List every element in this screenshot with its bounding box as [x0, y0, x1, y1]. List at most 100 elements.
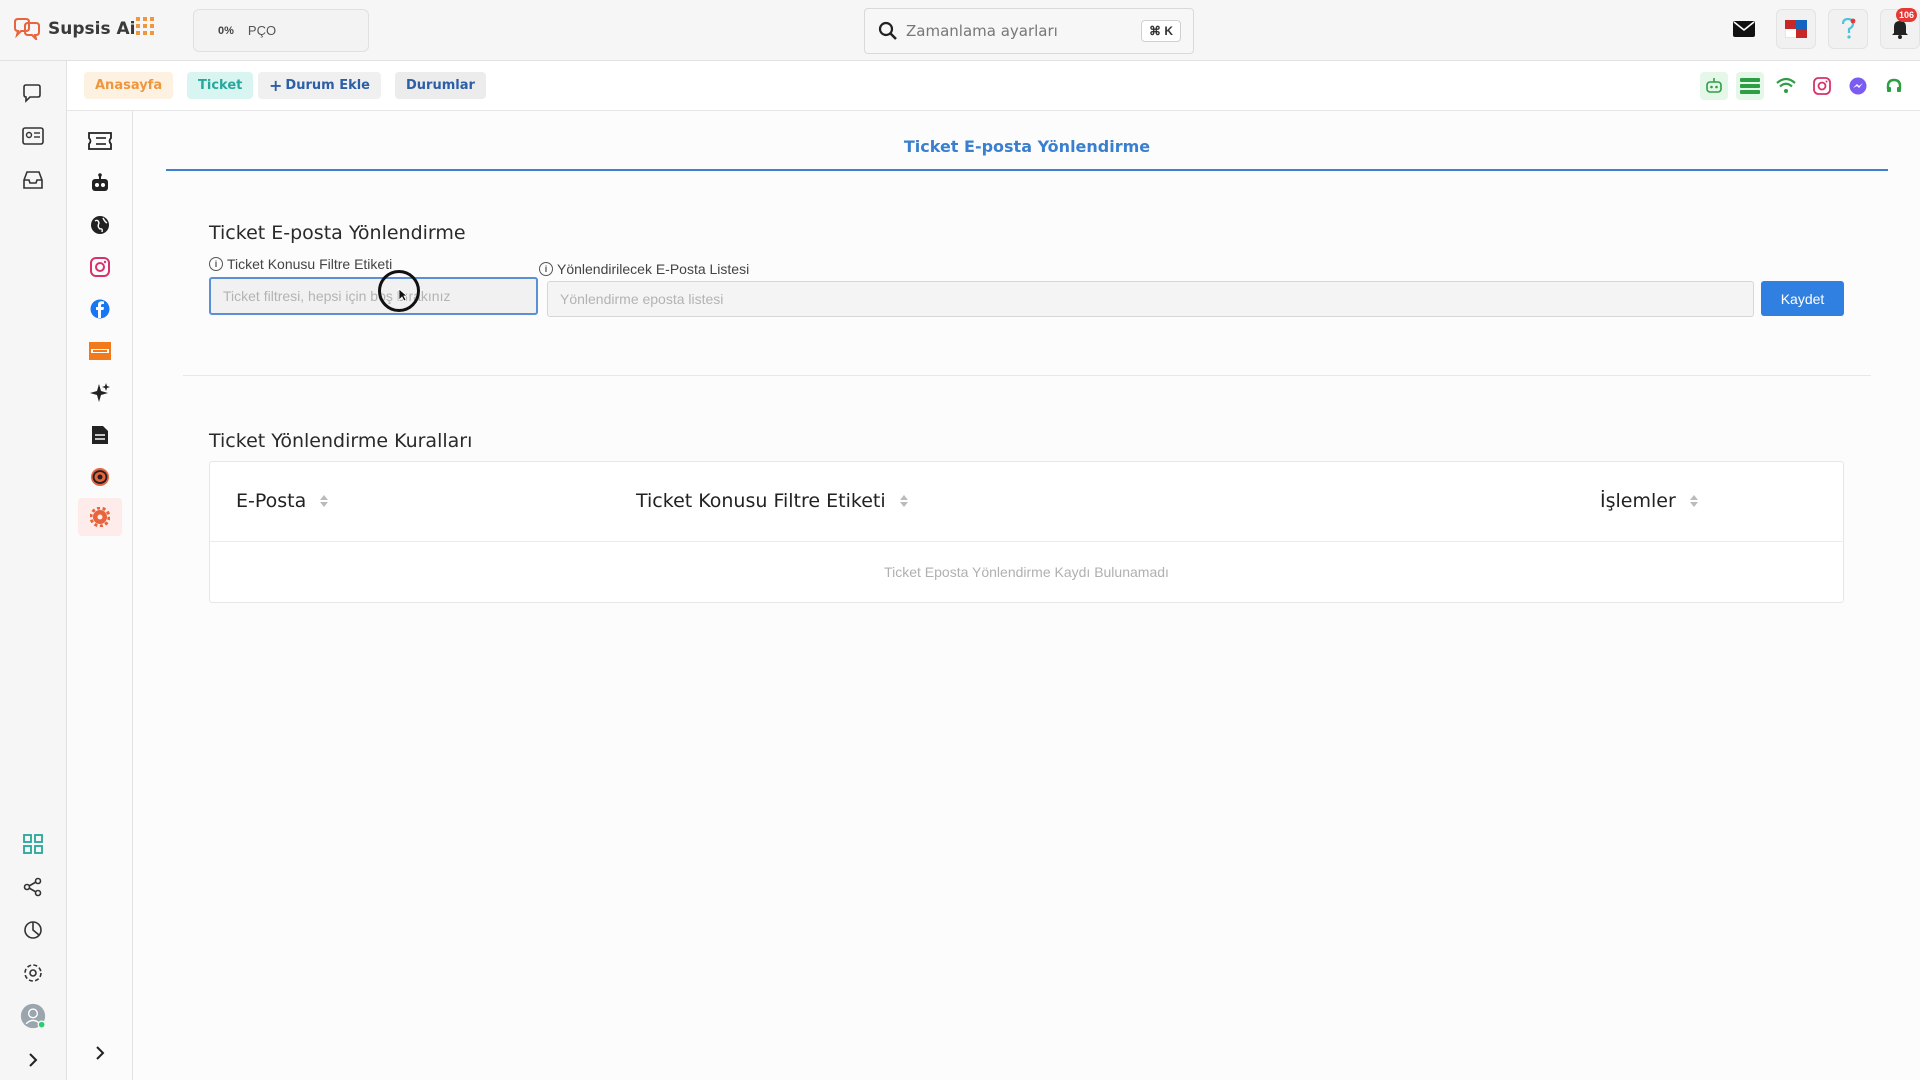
save-button[interactable]: Kaydet — [1761, 281, 1844, 316]
chevron-right-icon — [29, 1053, 38, 1067]
contact-card-icon — [22, 127, 44, 145]
facebook-icon — [90, 299, 110, 319]
inbox-nav-button[interactable] — [20, 167, 46, 193]
flag-icon — [1785, 20, 1807, 38]
logo[interactable]: Supsis Ai — [12, 14, 135, 44]
mail-button[interactable] — [1724, 9, 1764, 49]
primary-sidebar — [0, 61, 67, 1080]
column-header-filter[interactable]: Ticket Konusu Filtre Etiketi — [636, 490, 908, 512]
settings-active-nav-button[interactable] — [78, 498, 122, 536]
instagram-channel-button[interactable] — [1808, 72, 1836, 100]
add-status-label: Durum Ekle — [285, 78, 370, 93]
page-tab-title[interactable]: Ticket E-posta Yönlendirme — [166, 125, 1888, 171]
collapse-panel-button[interactable] — [86, 1039, 114, 1067]
chat-icon — [23, 84, 41, 103]
rules-title: Ticket Yönlendirme Kuralları — [209, 430, 473, 452]
table-header: E-Posta Ticket Konusu Filtre Etiketi İşl… — [210, 462, 1843, 542]
mail-icon — [1733, 21, 1755, 37]
column-header-email[interactable]: E-Posta — [236, 490, 329, 512]
ai-nav-button[interactable] — [86, 379, 114, 407]
search-shortcut: ⌘ K — [1141, 20, 1181, 42]
empty-state: Ticket Eposta Yönlendirme Kaydı Bulunama… — [884, 564, 1169, 580]
info-icon[interactable]: i — [539, 262, 553, 276]
form-title: Ticket E-posta Yönlendirme — [209, 222, 466, 244]
email-list-input[interactable] — [547, 281, 1754, 317]
progress-percent: 0% — [218, 24, 234, 37]
column-header-actions[interactable]: İşlemler — [1600, 490, 1698, 512]
expand-sidebar-button[interactable] — [20, 1047, 46, 1073]
settings-nav-button[interactable] — [20, 960, 46, 986]
filter-input[interactable] — [209, 277, 538, 315]
channel-shortcuts — [1700, 72, 1908, 100]
hubspot-channel-button[interactable] — [1880, 72, 1908, 100]
column-header-label: E-Posta — [236, 490, 307, 512]
filter-label: i Ticket Konusu Filtre Etiketi — [209, 256, 392, 272]
bell-icon — [1892, 21, 1908, 39]
notifications-button[interactable]: 106 — [1880, 8, 1920, 49]
global-search[interactable]: Zamanlama ayarları ⌘ K — [864, 8, 1194, 54]
pie-chart-icon — [24, 921, 42, 939]
apps-grid-icon[interactable] — [136, 17, 154, 40]
info-icon[interactable]: i — [209, 257, 223, 271]
bot-nav-button[interactable] — [86, 169, 114, 197]
email-list-label: i Yönlendirilecek E-Posta Listesi — [539, 261, 749, 277]
trendyol-icon — [89, 342, 111, 360]
web-nav-button[interactable] — [86, 211, 114, 239]
app-root: Supsis Ai 0% PÇO Zamanlama ayarları ⌘ K — [0, 0, 1920, 1080]
instagram-icon — [1813, 77, 1831, 95]
ticket-nav-button[interactable] — [86, 127, 114, 155]
progress-indicator[interactable]: 0% PÇO — [193, 9, 369, 52]
dashboard-grid-icon — [23, 834, 43, 854]
breadcrumb-ticket[interactable]: Ticket — [187, 72, 254, 99]
progress-label: PÇO — [247, 23, 277, 38]
notification-badge: 106 — [1895, 8, 1917, 22]
logo-text: Supsis Ai — [48, 19, 136, 39]
help-button[interactable] — [1828, 9, 1868, 49]
instagram-nav-button[interactable] — [86, 253, 114, 281]
column-header-label: Ticket Konusu Filtre Etiketi — [636, 490, 886, 512]
search-icon — [878, 21, 897, 40]
breadcrumb-home[interactable]: Anasayfa — [84, 72, 174, 99]
share-nav-button[interactable] — [20, 874, 46, 900]
chevron-right-icon — [96, 1046, 105, 1060]
messenger-channel-button[interactable] — [1844, 72, 1872, 100]
secondary-sidebar — [67, 61, 133, 1080]
cursor-arrow-icon — [398, 288, 408, 302]
chat-nav-button[interactable] — [20, 79, 46, 105]
integration-icon — [91, 468, 109, 486]
list-icon — [1740, 78, 1760, 94]
instagram-icon — [90, 257, 110, 277]
integration-nav-button[interactable] — [86, 463, 114, 491]
avatar-icon — [20, 1003, 46, 1029]
inbox-icon — [23, 171, 43, 189]
search-placeholder: Zamanlama ayarları — [906, 22, 1058, 40]
contacts-nav-button[interactable] — [20, 123, 46, 149]
robot-icon — [92, 173, 108, 191]
top-bar: Supsis Ai 0% PÇO Zamanlama ayarları ⌘ K — [0, 0, 1920, 61]
list-channel-button[interactable] — [1736, 72, 1764, 100]
statuses-button[interactable]: Durumlar — [395, 72, 486, 99]
column-header-label: İşlemler — [1600, 490, 1676, 512]
reports-nav-button[interactable] — [20, 917, 46, 943]
filter-label-text: Ticket Konusu Filtre Etiketi — [227, 256, 393, 272]
facebook-nav-button[interactable] — [86, 295, 114, 323]
headset-icon — [1886, 78, 1902, 92]
dashboard-nav-button[interactable] — [20, 831, 46, 857]
email-list-label-text: Yönlendirilecek E-Posta Listesi — [557, 261, 750, 277]
bot-channel-button[interactable] — [1700, 72, 1728, 100]
add-status-button[interactable]: + Durum Ekle — [258, 72, 381, 99]
messenger-icon — [1849, 77, 1867, 95]
logo-icon — [14, 18, 40, 40]
documents-nav-button[interactable] — [86, 421, 114, 449]
help-icon — [1841, 18, 1856, 39]
section-divider — [183, 375, 1871, 376]
trendyol-nav-button[interactable] — [86, 337, 114, 365]
flag-button[interactable] — [1776, 9, 1816, 49]
wifi-channel-button[interactable] — [1772, 72, 1800, 100]
plus-icon: + — [269, 76, 283, 95]
sort-icon[interactable] — [899, 495, 908, 507]
sort-icon[interactable] — [320, 495, 329, 507]
rules-table: E-Posta Ticket Konusu Filtre Etiketi İşl… — [209, 461, 1844, 603]
sort-icon[interactable] — [1689, 495, 1698, 507]
user-avatar[interactable] — [20, 1003, 46, 1029]
